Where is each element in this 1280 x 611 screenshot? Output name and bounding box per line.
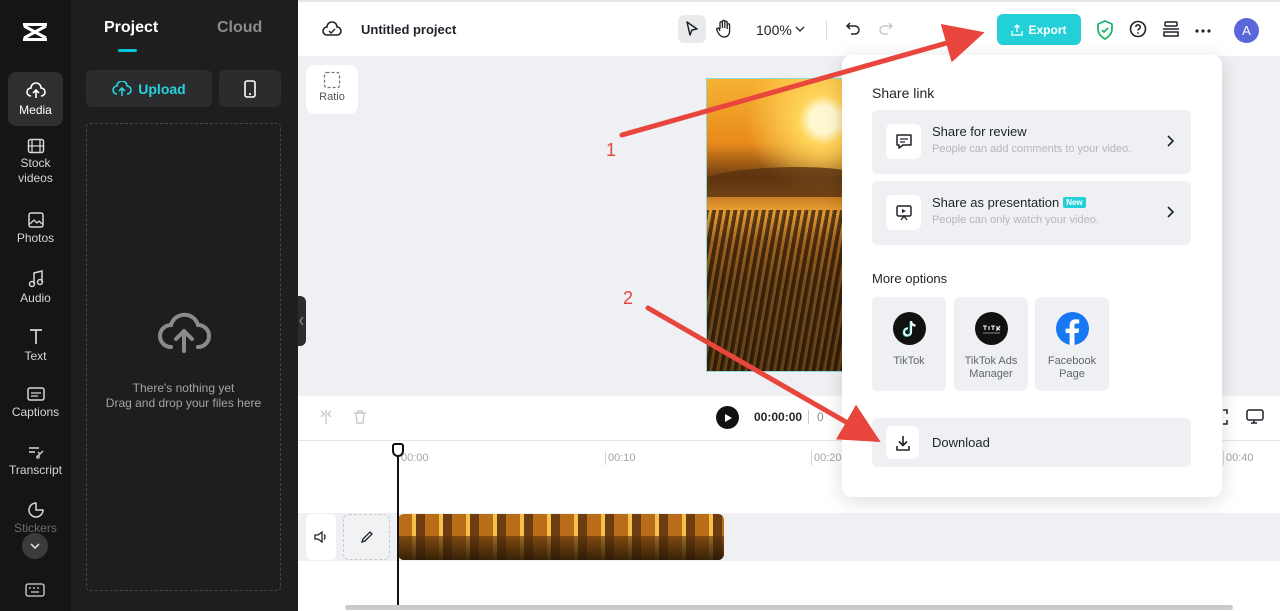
annotation-step-1: 1 [606, 140, 617, 160]
annotation-arrows [619, 23, 985, 442]
annotation-arrow-1 [619, 23, 985, 138]
annotation-step-2: 2 [623, 288, 634, 308]
annotation-arrow-2 [645, 305, 881, 442]
